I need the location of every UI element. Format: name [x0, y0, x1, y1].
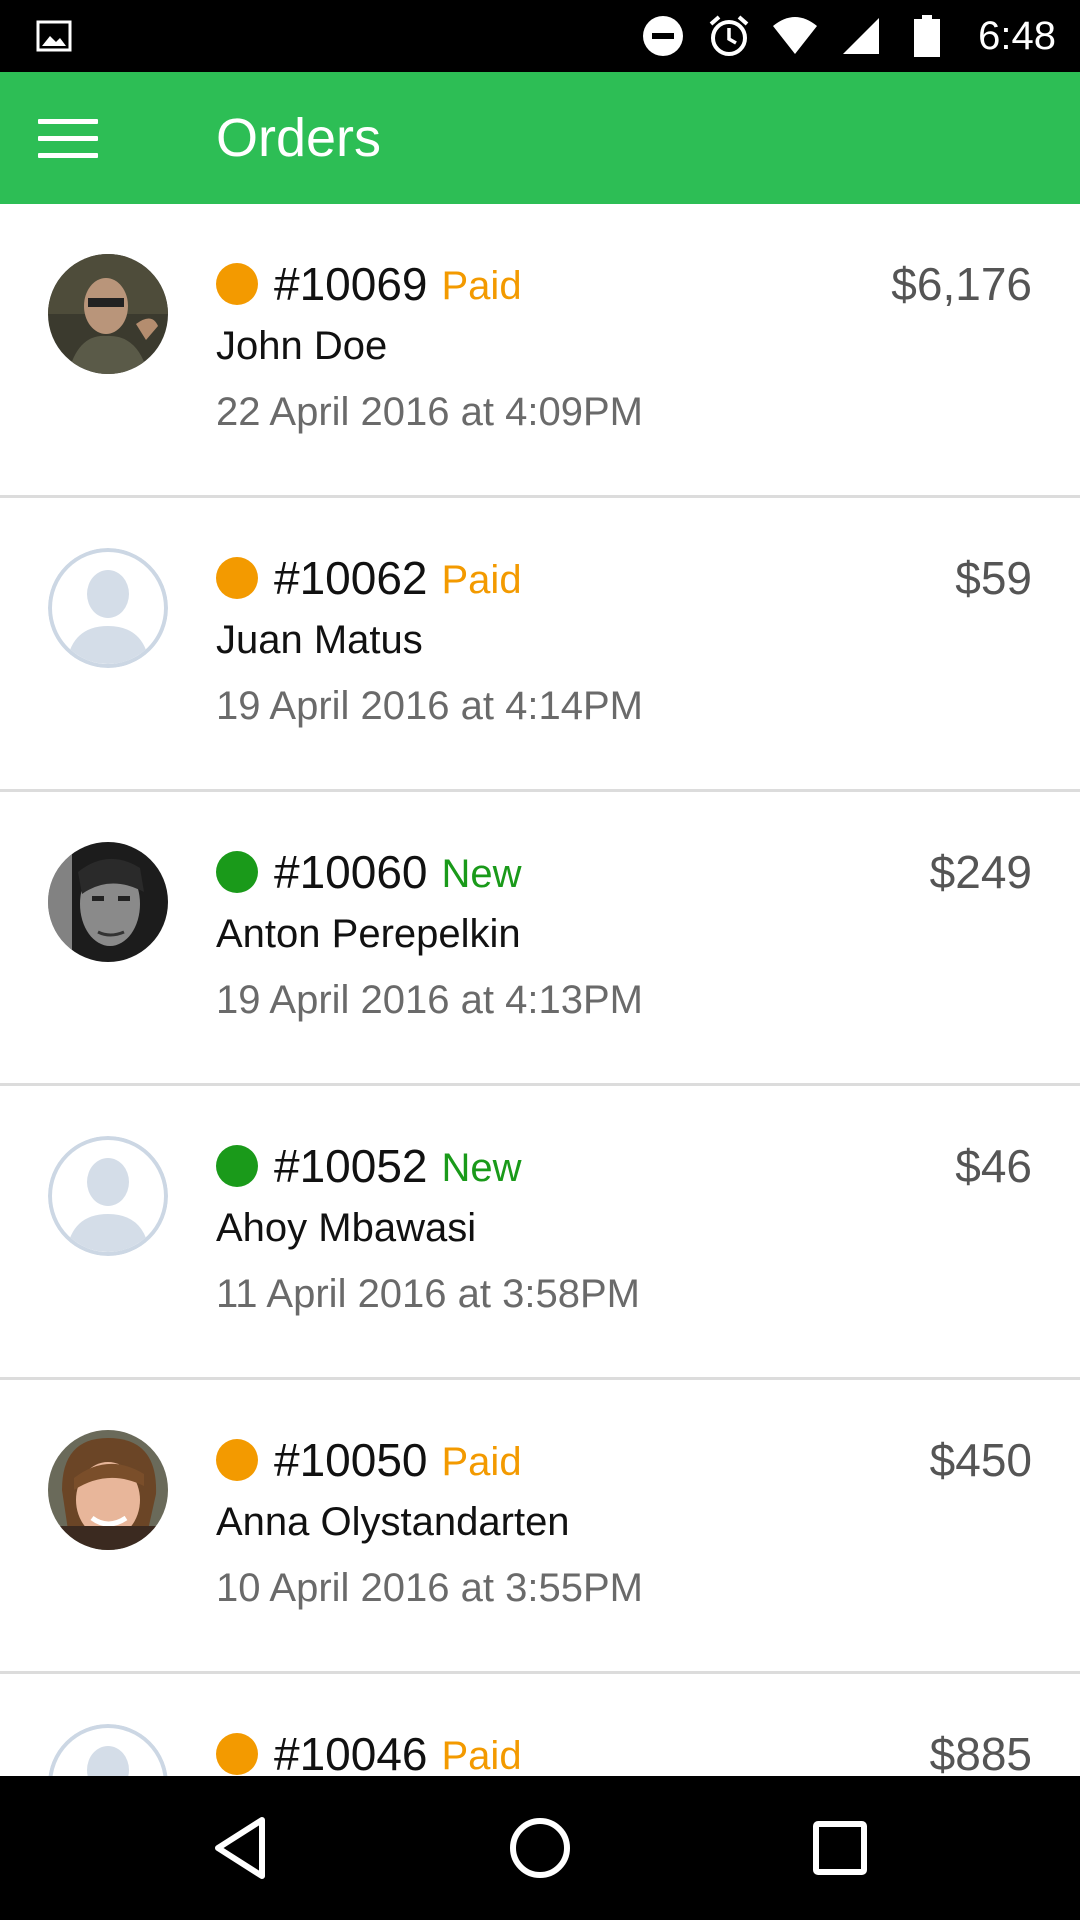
order-amount: $885: [929, 1728, 1032, 1776]
home-icon[interactable]: [500, 1808, 580, 1888]
order-number: #10046: [274, 1728, 428, 1776]
order-row[interactable]: #10062 Paid $59 Juan Matus 19 April 2016…: [0, 498, 1080, 792]
order-amount: $249: [929, 846, 1032, 898]
order-date: 19 April 2016 at 4:13PM: [216, 978, 643, 1022]
hamburger-menu-icon[interactable]: [38, 106, 118, 170]
customer-avatar: [48, 1430, 168, 1550]
order-status: Paid: [441, 1733, 522, 1777]
order-number: #10060: [274, 846, 428, 898]
alarm-icon: [706, 13, 752, 59]
customer-name: Anna Olystandarten: [216, 1500, 570, 1544]
status-dot: [216, 557, 258, 599]
status-dot: [216, 1145, 258, 1187]
order-amount: $59: [955, 552, 1032, 604]
order-number: #10050: [274, 1434, 428, 1486]
order-number: #10052: [274, 1140, 428, 1192]
status-dot: [216, 263, 258, 305]
customer-avatar: [48, 842, 168, 962]
order-date: 22 April 2016 at 4:09PM: [216, 390, 643, 434]
status-bar: 6:48: [0, 0, 1080, 72]
customer-name: Anton Perepelkin: [216, 912, 521, 956]
order-row[interactable]: #10046 Paid $885: [0, 1674, 1080, 1776]
order-row[interactable]: #10052 New $46 Ahoy Mbawasi 11 April 201…: [0, 1086, 1080, 1380]
order-row[interactable]: #10050 Paid $450 Anna Olystandarten 10 A…: [0, 1380, 1080, 1674]
order-row[interactable]: #10060 New $249 Anton Perepelkin 19 Apri…: [0, 792, 1080, 1086]
placeholder-avatar-icon: [48, 1724, 168, 1776]
recents-icon[interactable]: [800, 1808, 880, 1888]
battery-icon: [904, 13, 950, 59]
order-amount: $6,176: [891, 258, 1032, 310]
app-bar: Orders: [0, 72, 1080, 204]
order-row[interactable]: #10069 Paid $6,176 John Doe 22 April 201…: [0, 204, 1080, 498]
back-icon[interactable]: [200, 1808, 280, 1888]
order-date: 11 April 2016 at 3:58PM: [216, 1272, 640, 1316]
order-status: New: [441, 1145, 522, 1190]
placeholder-avatar-icon: [48, 1136, 168, 1256]
order-date: 19 April 2016 at 4:14PM: [216, 684, 643, 728]
image-icon: [36, 18, 72, 54]
placeholder-avatar-icon: [48, 548, 168, 668]
do-not-disturb-icon: [640, 13, 686, 59]
customer-name: John Doe: [216, 324, 388, 368]
clock-time: 6:48: [978, 13, 1056, 58]
orders-list[interactable]: #10069 Paid $6,176 John Doe 22 April 201…: [0, 204, 1080, 1776]
customer-name: Ahoy Mbawasi: [216, 1206, 477, 1250]
status-dot: [216, 1439, 258, 1481]
order-status: New: [441, 851, 522, 896]
order-amount: $450: [929, 1434, 1032, 1486]
signal-icon: [838, 13, 884, 59]
order-status: Paid: [441, 1439, 522, 1484]
status-dot: [216, 851, 258, 893]
wifi-icon: [772, 13, 818, 59]
customer-avatar: [48, 254, 168, 374]
order-number: #10062: [274, 552, 428, 604]
order-amount: $46: [955, 1140, 1032, 1192]
status-dot: [216, 1733, 258, 1775]
page-title: Orders: [216, 108, 382, 168]
order-status: Paid: [441, 557, 522, 602]
customer-name: Juan Matus: [216, 618, 423, 662]
navigation-bar: [0, 1776, 1080, 1920]
order-date: 10 April 2016 at 3:55PM: [216, 1566, 643, 1610]
order-number: #10069: [274, 258, 428, 310]
order-status: Paid: [441, 263, 522, 308]
